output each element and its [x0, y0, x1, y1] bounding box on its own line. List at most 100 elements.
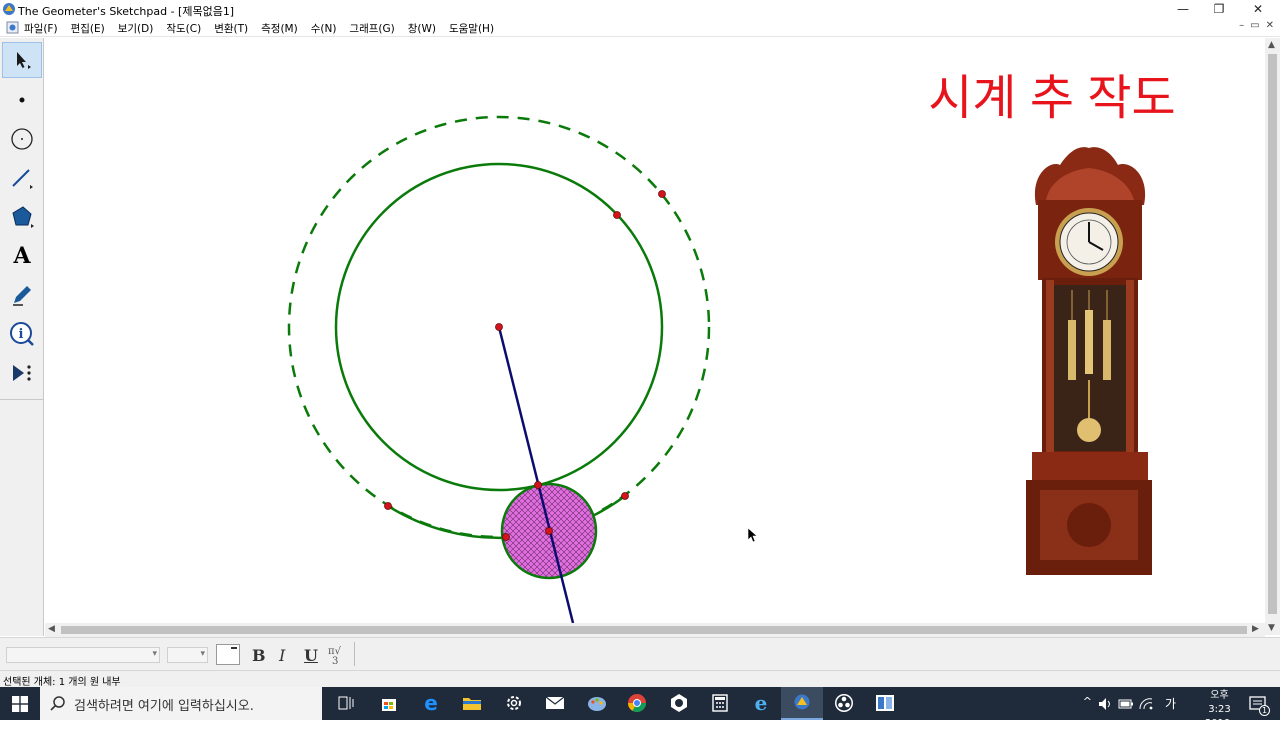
- menu-transform[interactable]: 변환(T): [214, 21, 254, 36]
- marker-tool[interactable]: [2, 277, 42, 313]
- doc-minimize-button[interactable]: –: [1239, 20, 1244, 31]
- selection-arrow-tool[interactable]: [2, 42, 42, 78]
- font-size-combo[interactable]: ▾: [167, 647, 208, 663]
- file-explorer-icon[interactable]: [460, 692, 484, 714]
- center-point[interactable]: [495, 323, 503, 331]
- pencil-marker-icon: [13, 286, 31, 306]
- menu-graph[interactable]: 그래프(G): [349, 21, 400, 36]
- menu-edit[interactable]: 편집(E): [71, 21, 111, 36]
- text-color-button[interactable]: [216, 644, 240, 665]
- windows-logo-icon: [12, 695, 28, 712]
- point-inner-top-right[interactable]: [613, 211, 621, 219]
- document-icon[interactable]: [6, 21, 19, 34]
- windows-taskbar: 검색하려면 여기에 입력하십시오. e e ^ 가 오후 3:23 2019-1…: [0, 687, 1280, 743]
- chrome-icon[interactable]: [625, 692, 649, 714]
- clock[interactable]: 오후 3:23 2019-11-16: [1205, 689, 1234, 745]
- format-divider: [354, 642, 355, 666]
- scroll-down-arrow-icon[interactable]: ▼: [1268, 623, 1275, 633]
- status-bar: 선택된 개체: 1 개의 원 내부: [0, 670, 1280, 688]
- italic-button[interactable]: I: [279, 646, 285, 665]
- text-tool[interactable]: A: [2, 238, 42, 274]
- underline-button[interactable]: U: [304, 646, 318, 665]
- point-bob-center[interactable]: [545, 527, 553, 535]
- color-swatch-icon: [231, 647, 237, 649]
- text-A-icon: A: [13, 243, 31, 269]
- calculator-icon[interactable]: [708, 692, 732, 714]
- battery-icon[interactable]: [1118, 698, 1134, 710]
- math-format-icon[interactable]: π√ 3: [326, 644, 346, 666]
- geometry-drawing[interactable]: 시계 추 작도: [45, 38, 1265, 623]
- paint-app-icon[interactable]: [585, 692, 609, 714]
- circle-compass-icon: [11, 128, 33, 150]
- straightedge-tool[interactable]: [2, 160, 42, 196]
- text-format-bar: ▾ ▾ B I U π√ 3: [0, 637, 1280, 670]
- menu-construct[interactable]: 작도(C): [166, 21, 207, 36]
- chevron-down-icon: ▾: [152, 649, 157, 659]
- clock-date: 2019-11-16: [1204, 718, 1234, 743]
- horizontal-scrollbar[interactable]: ◀ ▶: [45, 623, 1265, 637]
- segment-icon: [12, 169, 33, 189]
- task-view-icon[interactable]: [334, 692, 358, 714]
- sketchpad-taskbar-item-active[interactable]: [781, 687, 823, 720]
- menu-file[interactable]: 파일(F): [24, 21, 64, 36]
- point-arc-right[interactable]: [621, 492, 629, 500]
- point-tool[interactable]: [2, 82, 42, 118]
- obs-studio-icon[interactable]: [832, 692, 856, 714]
- sketchpad-taskbar-icon: [794, 694, 810, 710]
- scroll-up-arrow-icon[interactable]: ▲: [1268, 40, 1275, 50]
- start-button[interactable]: [0, 687, 40, 720]
- volume-icon[interactable]: [1098, 697, 1114, 711]
- info-icon: i: [10, 322, 34, 346]
- pendulum-line[interactable]: [497, 326, 575, 623]
- bold-button[interactable]: B: [252, 646, 266, 665]
- point-arc-left[interactable]: [384, 502, 392, 510]
- point-outer-top-right[interactable]: [658, 190, 666, 198]
- internet-explorer-icon[interactable]: e: [749, 691, 773, 715]
- custom-tool[interactable]: [2, 355, 42, 391]
- document-window-controls: – ▭ ✕: [1239, 20, 1274, 31]
- ime-indicator[interactable]: 가: [1165, 695, 1176, 712]
- information-tool[interactable]: i: [2, 316, 42, 352]
- store-icon[interactable]: [377, 692, 401, 714]
- vertical-scroll-thumb[interactable]: [1268, 54, 1277, 614]
- point-icon: [19, 97, 25, 103]
- polygon-app-icon[interactable]: [667, 692, 691, 714]
- horizontal-scroll-thumb[interactable]: [61, 626, 1247, 634]
- polygon-tool[interactable]: [2, 199, 42, 235]
- taskbar-search-box[interactable]: 검색하려면 여기에 입력하십시오.: [40, 687, 322, 720]
- point-bob-top[interactable]: [534, 481, 542, 489]
- document-app-icon[interactable]: [873, 692, 897, 714]
- chevron-up-icon[interactable]: ^: [1083, 695, 1092, 708]
- close-button[interactable]: ✕: [1238, 0, 1278, 19]
- sketchpad-app-icon: [3, 3, 15, 15]
- scroll-left-arrow-icon[interactable]: ◀: [48, 624, 55, 634]
- font-family-combo[interactable]: ▾: [6, 647, 160, 663]
- scroll-right-arrow-icon[interactable]: ▶: [1252, 624, 1259, 634]
- compass-tool[interactable]: [2, 121, 42, 157]
- menu-window[interactable]: 창(W): [408, 21, 442, 36]
- window-title: The Geometer's Sketchpad - [제목없음1]: [18, 5, 235, 18]
- grandfather-clock-picture[interactable]: [1026, 147, 1152, 575]
- restore-button[interactable]: ❐: [1199, 0, 1239, 19]
- edge-browser-icon[interactable]: e: [419, 691, 443, 715]
- sketch-canvas[interactable]: 시계 추 작도: [45, 38, 1265, 623]
- clock-time: 오후 3:23: [1208, 690, 1231, 715]
- vertical-scrollbar[interactable]: ▲ ▼: [1265, 38, 1280, 635]
- mail-icon[interactable]: [543, 692, 567, 714]
- settings-gear-icon[interactable]: [502, 692, 526, 714]
- doc-restore-button[interactable]: ▭: [1250, 20, 1259, 31]
- title-bar: The Geometer's Sketchpad - [제목없음1] — ❐ ✕: [0, 0, 1280, 19]
- canvas-heading[interactable]: 시계 추 작도: [928, 72, 1175, 125]
- action-center-icon[interactable]: 1: [1248, 694, 1270, 716]
- menu-help[interactable]: 도움말(H): [449, 21, 500, 36]
- point-bob-left[interactable]: [502, 533, 510, 541]
- svg-text:3: 3: [332, 656, 338, 666]
- menu-view[interactable]: 보기(D): [118, 21, 160, 36]
- arrow-cursor-icon: [17, 52, 31, 69]
- menu-measure[interactable]: 측정(M): [261, 21, 304, 36]
- menu-number[interactable]: 수(N): [311, 21, 343, 36]
- wifi-icon[interactable]: [1138, 697, 1154, 711]
- minimize-button[interactable]: —: [1163, 0, 1203, 19]
- custom-tool-icon: [13, 365, 31, 381]
- doc-close-button[interactable]: ✕: [1266, 20, 1274, 31]
